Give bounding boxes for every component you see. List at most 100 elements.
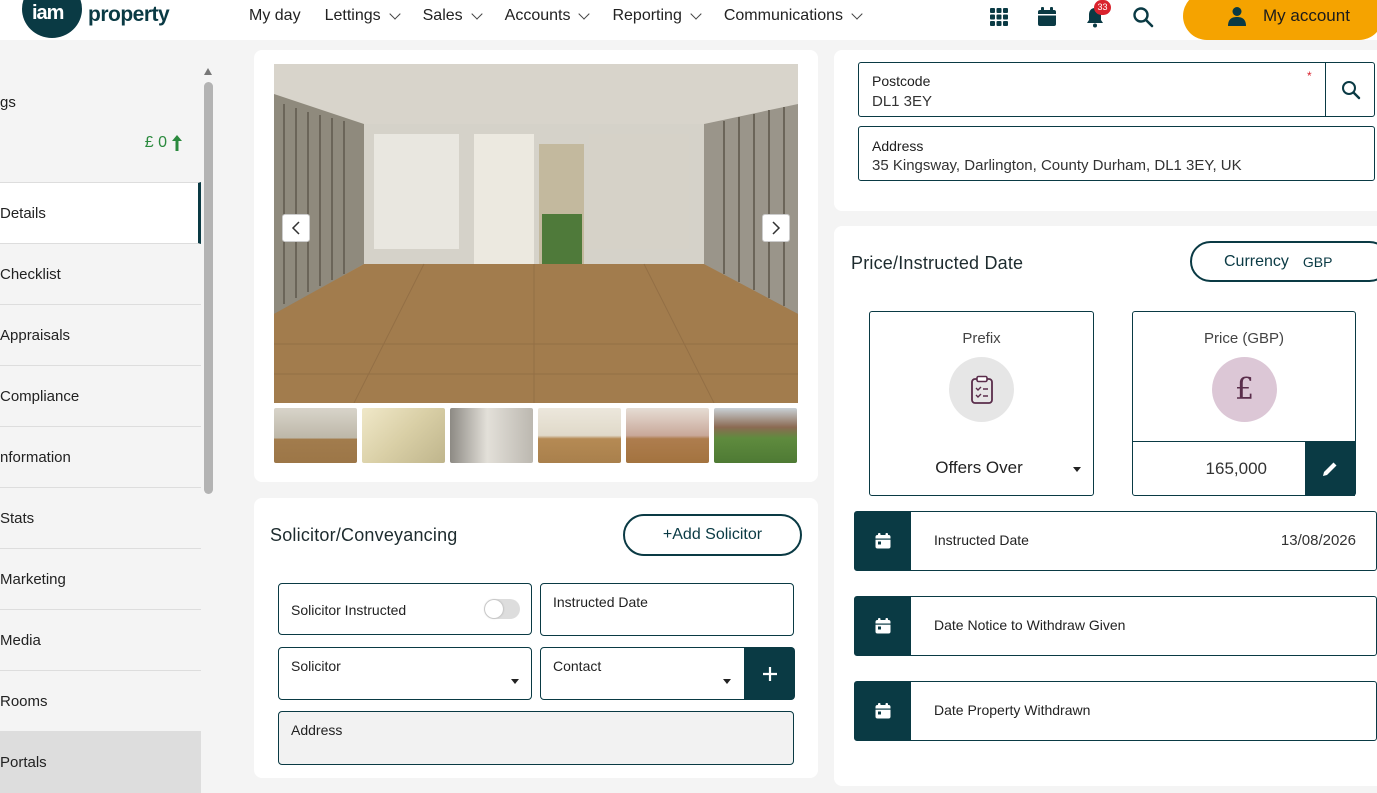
add-contact-button[interactable] <box>744 647 795 700</box>
sidebar-menu: Details Checklist Appraisals Compliance … <box>0 182 201 793</box>
scroll-up-arrow[interactable] <box>204 68 212 75</box>
main-menu: My day Lettings Sales Accounts Reporting… <box>249 7 885 25</box>
chevron-right-icon <box>772 221 781 235</box>
nav-label: Accounts <box>504 7 571 24</box>
field-label: Solicitor Instructed <box>291 602 407 618</box>
nav-sales[interactable]: Sales <box>423 7 483 25</box>
apps-grid-icon[interactable] <box>988 6 1010 28</box>
solicitor-instructed-field: Solicitor Instructed <box>278 583 532 635</box>
my-account-button[interactable]: My account <box>1183 0 1377 40</box>
calendar-icon-box <box>855 512 911 570</box>
instructed-date-row[interactable]: Instructed Date 13/08/2026 <box>854 511 1377 571</box>
date-label: Date Notice to Withdraw Given <box>934 617 1126 633</box>
postcode-search-button[interactable] <box>1325 62 1375 117</box>
price-value[interactable]: 165,000 <box>1206 459 1267 479</box>
sidebar-scrollbar[interactable] <box>204 82 213 494</box>
thumbnail[interactable] <box>714 408 797 463</box>
search-icon[interactable] <box>1132 6 1154 28</box>
logo-wordmark: property <box>88 3 170 26</box>
sidebar-item-label: Checklist <box>0 265 61 283</box>
photo-gallery-card <box>254 50 818 482</box>
thumbnail[interactable] <box>538 408 621 463</box>
nav-lettings[interactable]: Lettings <box>324 7 401 25</box>
sidebar-item-label: Media <box>0 631 41 649</box>
chevron-down-icon <box>851 8 863 20</box>
price-input-row: 165,000 <box>1133 441 1355 496</box>
main-property-photo[interactable] <box>274 64 798 403</box>
sidebar-item-portals[interactable]: Portals <box>0 732 201 793</box>
solicitor-select[interactable]: Solicitor <box>278 647 532 700</box>
clipboard-checklist-icon <box>970 375 993 404</box>
address-card: Postcode * DL1 3EY Address 35 Kingsway, … <box>834 50 1377 211</box>
thumbnail[interactable] <box>626 408 709 463</box>
sidebar-item-media[interactable]: Media <box>0 610 201 671</box>
nav-label: Communications <box>723 7 843 24</box>
date-label: Instructed Date <box>934 532 1029 548</box>
sidebar-item-marketing[interactable]: Marketing <box>0 549 201 610</box>
conservatory-photo <box>274 64 798 403</box>
arrow-up-icon <box>172 135 182 151</box>
sidebar-item-information[interactable]: nformation <box>0 427 201 488</box>
currency-selector[interactable]: Currency GBP <box>1190 241 1377 282</box>
property-withdrawn-date-row[interactable]: Date Property Withdrawn <box>854 681 1377 741</box>
add-solicitor-button[interactable]: +Add Solicitor <box>623 514 802 556</box>
sidebar-item-label: Details <box>0 204 46 222</box>
edit-price-button[interactable] <box>1305 442 1355 496</box>
field-label: Address <box>291 722 343 738</box>
calendar-icon <box>875 533 891 549</box>
nav-accounts[interactable]: Accounts <box>504 7 591 25</box>
caret-down-icon[interactable] <box>1073 467 1081 472</box>
sidebar-item-label: Rooms <box>0 692 48 710</box>
calendar-icon[interactable] <box>1036 6 1058 28</box>
calendar-icon <box>875 703 891 719</box>
section-title: Solicitor/Conveyancing <box>270 525 458 545</box>
contact-select[interactable]: Contact <box>540 647 795 700</box>
sidebar-item-label: Marketing <box>0 570 66 588</box>
field-label: Address <box>872 138 924 154</box>
balance-value: £ 0 <box>144 134 167 151</box>
address-value: 35 Kingsway, Darlington, County Durham, … <box>872 157 1242 174</box>
solicitor-address-field[interactable]: Address <box>278 711 794 765</box>
previous-photo-button[interactable] <box>282 214 310 242</box>
next-photo-button[interactable] <box>762 214 790 242</box>
sidebar-item-label: Appraisals <box>0 326 71 344</box>
sidebar-item-label: nformation <box>0 448 71 466</box>
nav-reporting[interactable]: Reporting <box>612 7 702 25</box>
sidebar-item-rooms[interactable]: Rooms <box>0 671 201 732</box>
nav-label: Reporting <box>612 7 682 24</box>
calendar-icon <box>875 618 891 634</box>
prefix-box: Prefix Offers Over <box>869 311 1094 496</box>
caret-down-icon <box>511 679 519 684</box>
nav-my-day[interactable]: My day <box>249 7 301 25</box>
prefix-label: Prefix <box>962 330 1001 347</box>
field-label: Instructed Date <box>553 594 648 610</box>
sidebar-item-stats[interactable]: Stats <box>0 488 201 549</box>
price-box: Price (GBP) £ 165,000 <box>1132 311 1356 496</box>
instructed-date-field[interactable]: Instructed Date <box>540 583 794 636</box>
thumbnail[interactable] <box>274 408 357 463</box>
nav-communications[interactable]: Communications <box>723 7 863 25</box>
sidebar-item-details[interactable]: Details <box>0 182 201 244</box>
postcode-field[interactable]: Postcode * DL1 3EY <box>858 62 1375 117</box>
notification-badge: 33 <box>1094 0 1111 15</box>
sidebar-item-checklist[interactable]: Checklist <box>0 244 201 305</box>
nav-label: My day <box>249 7 301 24</box>
chevron-left-icon <box>291 221 300 235</box>
sidebar-item-appraisals[interactable]: Appraisals <box>0 305 201 366</box>
sidebar-item-label: Stats <box>0 509 35 527</box>
address-field[interactable]: Address 35 Kingsway, Darlington, County … <box>858 126 1375 181</box>
thumbnail-strip <box>274 408 797 463</box>
thumbnail[interactable] <box>362 408 445 463</box>
notice-to-withdraw-date-row[interactable]: Date Notice to Withdraw Given <box>854 596 1377 656</box>
sidebar-item-compliance[interactable]: Compliance <box>0 366 201 427</box>
pencil-icon <box>1323 462 1337 476</box>
thumbnail[interactable] <box>450 408 533 463</box>
price-instructed-date-card: Price/Instructed Date Currency GBP Prefi… <box>834 226 1377 786</box>
field-label: Solicitor <box>291 658 341 674</box>
date-value: 13/08/2026 <box>1280 532 1356 549</box>
calendar-icon-box <box>855 682 911 740</box>
pound-icon-badge: £ <box>1212 357 1277 422</box>
nav-label: Lettings <box>324 7 381 24</box>
solicitor-instructed-toggle[interactable] <box>484 599 520 619</box>
prefix-value[interactable]: Offers Over <box>870 458 1088 478</box>
